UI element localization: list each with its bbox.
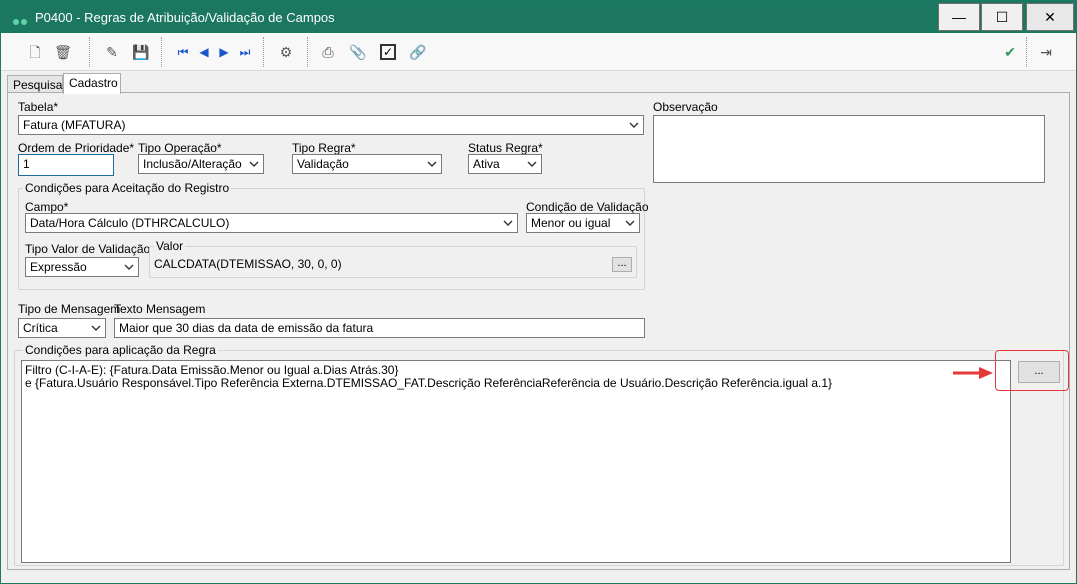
- toolbar-separator: [1026, 37, 1027, 67]
- toolbar-separator: [263, 37, 264, 67]
- execute-icon[interactable]: ⚙: [276, 42, 296, 62]
- title-bar: P0400 - Regras de Atribuição/Validação d…: [1, 1, 1076, 33]
- tipo-valor-value: Expressão: [30, 260, 87, 274]
- chevron-down-icon: [629, 122, 639, 128]
- attach-icon[interactable]: 📎: [348, 42, 368, 62]
- tabela-select[interactable]: Fatura (MFATURA): [18, 115, 644, 135]
- observacao-label: Observação: [653, 100, 718, 114]
- valor-value: CALCDATA(DTEMISSAO, 30, 0, 0): [154, 257, 342, 271]
- chevron-down-icon: [503, 220, 513, 226]
- ordem-input[interactable]: 1: [18, 154, 114, 176]
- tipo-valor-select[interactable]: Expressão: [25, 257, 139, 277]
- condicao-validacao-value: Menor ou igual: [531, 216, 611, 230]
- status-regra-label: Status Regra*: [468, 141, 543, 155]
- next-icon[interactable]: ▶: [214, 42, 234, 62]
- valor-label: Valor: [154, 239, 186, 253]
- tipo-operacao-label: Tipo Operação*: [138, 141, 222, 155]
- condicoes-aplicacao-title: Condições para aplicação da Regra: [23, 343, 218, 357]
- last-icon[interactable]: ⏭: [235, 42, 255, 62]
- condicoes-aceitacao-group: Condições para Aceitação do Registro Cam…: [18, 181, 649, 290]
- cadastro-panel: Tabela* Fatura (MFATURA) Observação Orde…: [7, 92, 1070, 570]
- condicoes-aplicacao-memo[interactable]: Filtro (C-I-A-E): {Fatura.Data Emissão.M…: [21, 360, 1011, 563]
- tipo-regra-label: Tipo Regra*: [292, 141, 356, 155]
- observacao-textarea[interactable]: [653, 115, 1045, 183]
- tipo-mensagem-label: Tipo de Mensagem: [18, 302, 121, 316]
- status-regra-select[interactable]: Ativa: [468, 154, 542, 174]
- toolbar: 🗋 🗑 ✎ 💾 ⏮ ◀ ▶ ⏭ ⚙ ⎙ 📎 ✓ 🔗 ✔ ⇥: [1, 33, 1076, 71]
- chevron-down-icon: [91, 325, 101, 331]
- link-icon[interactable]: 🔗: [408, 42, 428, 62]
- toolbar-separator: [307, 37, 308, 67]
- save-icon[interactable]: 💾: [131, 42, 151, 62]
- chevron-down-icon: [124, 264, 134, 270]
- tipo-mensagem-value: Crítica: [23, 321, 58, 335]
- tipo-operacao-select[interactable]: Inclusão/Alteração: [138, 154, 264, 174]
- chevron-down-icon: [249, 161, 259, 167]
- check-icon[interactable]: ✓: [380, 44, 396, 60]
- tipo-valor-label: Tipo Valor de Validação: [25, 242, 151, 256]
- chevron-down-icon: [527, 161, 537, 167]
- condicoes-aceitacao-title: Condições para Aceitação do Registro: [23, 181, 232, 195]
- texto-mensagem-input[interactable]: Maior que 30 dias da data de emissão da …: [114, 318, 645, 338]
- first-icon[interactable]: ⏮: [173, 42, 193, 62]
- tipo-regra-value: Validação: [297, 157, 349, 171]
- tab-cadastro[interactable]: Cadastro: [63, 73, 121, 94]
- app-window: P0400 - Regras de Atribuição/Validação d…: [0, 0, 1077, 584]
- valor-group: Valor CALCDATA(DTEMISSAO, 30, 0, 0) ...: [149, 239, 637, 278]
- tabela-value: Fatura (MFATURA): [23, 118, 126, 132]
- toolbar-separator: [89, 37, 90, 67]
- app-logo-icon: [13, 14, 29, 28]
- toolbar-separator: [161, 37, 162, 67]
- tab-pesquisa[interactable]: Pesquisa: [7, 75, 63, 93]
- red-arrow-icon: [953, 367, 993, 379]
- status-regra-value: Ativa: [473, 157, 500, 171]
- condicoes-aplicacao-group: Condições para aplicação da Regra Filtro…: [14, 343, 1064, 566]
- ordem-label: Ordem de Prioridade*: [18, 141, 135, 155]
- prev-icon[interactable]: ◀: [194, 42, 214, 62]
- tipo-operacao-value: Inclusão/Alteração: [143, 157, 242, 171]
- status-bar: [1, 571, 1076, 583]
- new-icon[interactable]: 🗋: [25, 42, 45, 62]
- chevron-down-icon: [427, 161, 437, 167]
- edit-icon[interactable]: ✎: [102, 42, 122, 62]
- minimize-button[interactable]: —: [938, 3, 980, 31]
- tipo-mensagem-select[interactable]: Crítica: [18, 318, 106, 338]
- confirm-icon[interactable]: ✔: [1000, 42, 1020, 62]
- condicao-line: e {Fatura.Usuário Responsável.Tipo Refer…: [25, 376, 833, 390]
- valor-browse-button[interactable]: ...: [612, 257, 632, 272]
- condicao-validacao-select[interactable]: Menor ou igual: [526, 213, 640, 233]
- chevron-down-icon: [625, 220, 635, 226]
- condicao-validacao-label: Condição de Validação: [526, 200, 649, 214]
- delete-icon[interactable]: 🗑: [53, 42, 73, 62]
- campo-label: Campo*: [25, 200, 69, 214]
- highlight-box: [995, 350, 1069, 391]
- close-button[interactable]: ✕: [1026, 3, 1074, 31]
- exit-icon[interactable]: ⇥: [1036, 42, 1056, 62]
- maximize-button[interactable]: ☐: [981, 3, 1023, 31]
- window-title: P0400 - Regras de Atribuição/Validação d…: [35, 10, 335, 25]
- campo-value: Data/Hora Cálculo (DTHRCALCULO): [30, 216, 230, 230]
- texto-mensagem-label: Texto Mensagem: [114, 302, 206, 316]
- tipo-regra-select[interactable]: Validação: [292, 154, 442, 174]
- print-icon[interactable]: ⎙: [318, 42, 338, 62]
- campo-select[interactable]: Data/Hora Cálculo (DTHRCALCULO): [25, 213, 518, 233]
- tabela-label: Tabela*: [18, 100, 59, 114]
